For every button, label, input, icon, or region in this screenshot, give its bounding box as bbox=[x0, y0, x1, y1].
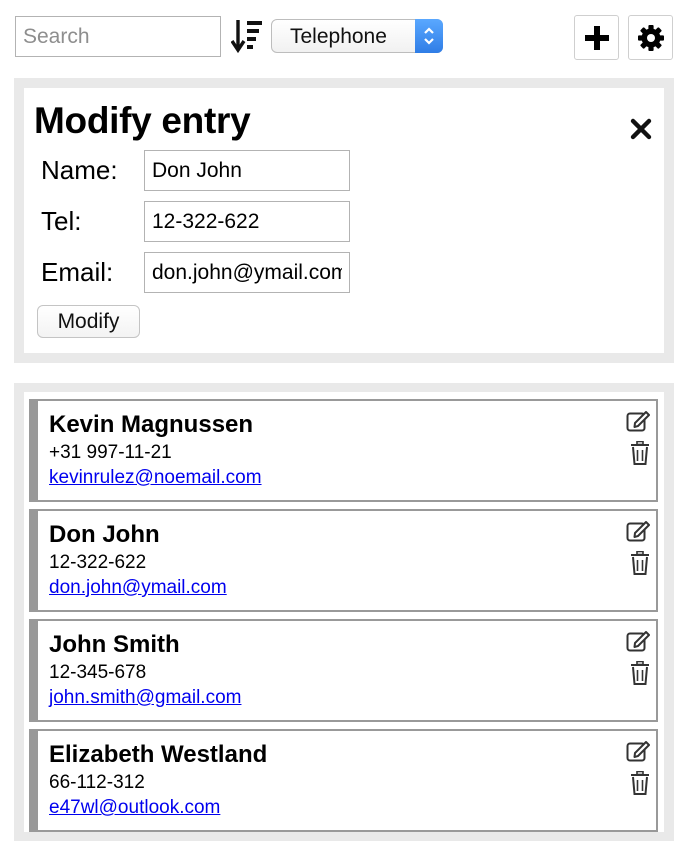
contact-email-link[interactable]: kevinrulez@noemail.com bbox=[49, 467, 262, 489]
trash-icon[interactable] bbox=[630, 441, 650, 465]
name-field[interactable] bbox=[144, 150, 350, 191]
tel-label: Tel: bbox=[41, 206, 82, 236]
edit-icon[interactable] bbox=[626, 739, 652, 763]
contact-card: Kevin Magnussen +31 997-11-21 kevinrulez… bbox=[29, 399, 658, 502]
settings-button[interactable] bbox=[628, 15, 673, 60]
trash-icon[interactable] bbox=[630, 551, 650, 575]
contact-tel: 66-112-312 bbox=[49, 772, 145, 793]
contact-name: Kevin Magnussen bbox=[49, 411, 254, 438]
contact-name: John Smith bbox=[49, 631, 180, 658]
trash-icon[interactable] bbox=[630, 661, 650, 685]
email-field[interactable] bbox=[144, 252, 350, 293]
toolbar: Telephone bbox=[0, 0, 686, 72]
contact-tel: +31 997-11-21 bbox=[49, 442, 172, 463]
gear-icon bbox=[637, 24, 664, 51]
modify-entry-form: Modify entry Name: Tel: Email: Modify bbox=[24, 88, 664, 353]
edit-icon[interactable] bbox=[626, 409, 652, 433]
contact-tel: 12-322-622 bbox=[49, 552, 147, 573]
sort-descending-icon[interactable] bbox=[230, 18, 263, 54]
modify-button[interactable]: Modify bbox=[37, 305, 140, 338]
contact-list: Kevin Magnussen +31 997-11-21 kevinrulez… bbox=[24, 392, 664, 832]
trash-icon[interactable] bbox=[630, 771, 650, 795]
contact-email-link[interactable]: e47wl@outlook.com bbox=[49, 797, 220, 819]
contact-tel: 12-345-678 bbox=[49, 662, 147, 683]
edit-icon[interactable] bbox=[626, 519, 652, 543]
panel-title: Modify entry bbox=[34, 100, 251, 141]
tel-field[interactable] bbox=[144, 201, 350, 242]
contact-email-link[interactable]: don.john@ymail.com bbox=[49, 577, 227, 599]
contact-list-panel: Kevin Magnussen +31 997-11-21 kevinrulez… bbox=[14, 383, 674, 841]
plus-icon bbox=[584, 25, 609, 50]
contact-name: Don John bbox=[49, 521, 160, 548]
contact-card: John Smith 12-345-678 john.smith@gmail.c… bbox=[29, 619, 658, 722]
contact-card: Don John 12-322-622 don.john@ymail.com bbox=[29, 509, 658, 612]
modify-entry-panel: Modify entry Name: Tel: Email: Modify bbox=[14, 78, 674, 363]
contact-name: Elizabeth Westland bbox=[49, 741, 268, 768]
contact-card: Elizabeth Westland 66-112-312 e47wl@outl… bbox=[29, 729, 658, 832]
sort-field-select[interactable]: Telephone bbox=[271, 19, 443, 53]
chevron-up-down-icon bbox=[415, 19, 443, 53]
sort-field-value: Telephone bbox=[290, 25, 387, 48]
email-label: Email: bbox=[41, 257, 114, 287]
contact-email-link[interactable]: john.smith@gmail.com bbox=[49, 687, 241, 709]
search-input[interactable] bbox=[15, 16, 221, 57]
edit-icon[interactable] bbox=[626, 629, 652, 653]
close-icon[interactable] bbox=[630, 118, 652, 140]
name-label: Name: bbox=[41, 155, 118, 185]
add-contact-button[interactable] bbox=[574, 15, 619, 60]
